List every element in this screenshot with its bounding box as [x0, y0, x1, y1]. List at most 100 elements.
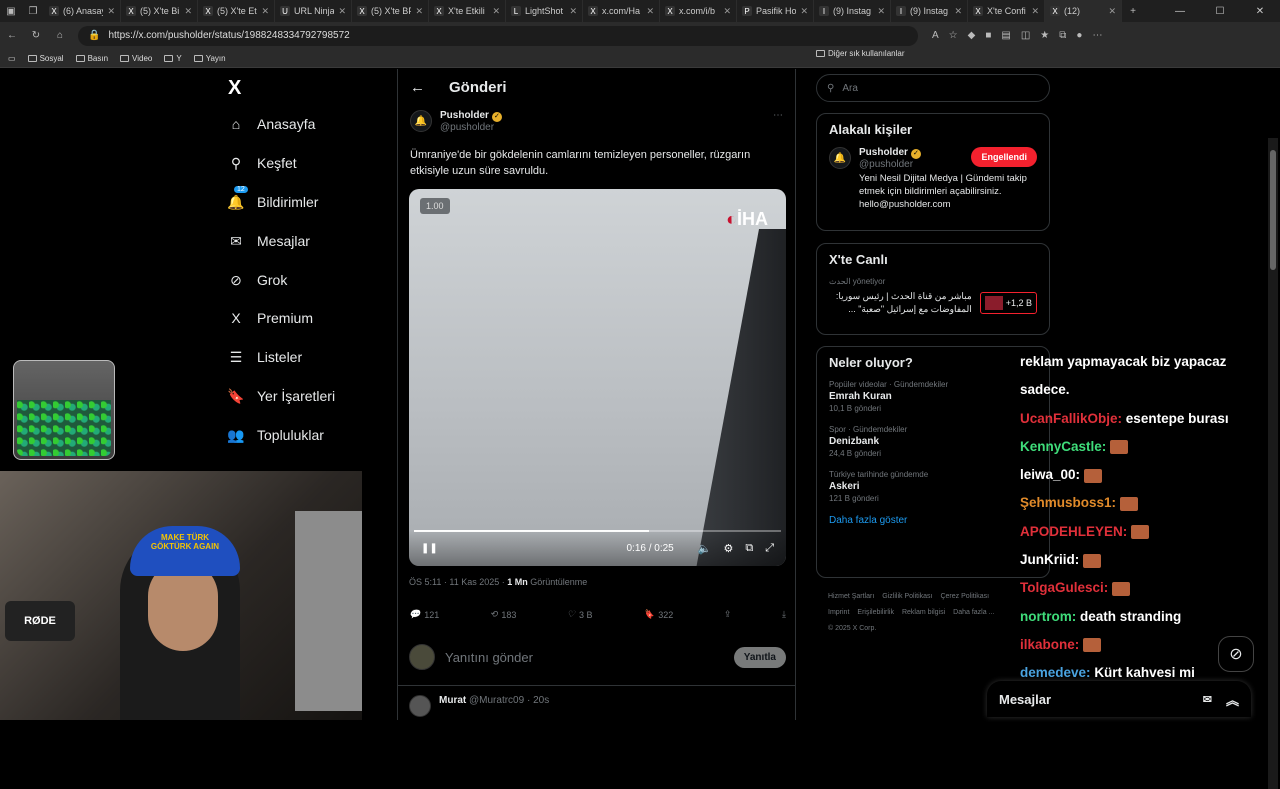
bookmark-import-icon[interactable]: ▭	[8, 54, 16, 63]
trend-item[interactable]: Türkiye tarihinde gündemde Askeri 121 B gö…	[829, 470, 1037, 503]
close-window-button[interactable]: ✕	[1240, 6, 1280, 17]
bookmark-folder[interactable]: Y	[164, 54, 182, 63]
trend-item[interactable]: Spor · Gündemdekiler Denizbank 24,4 B gönd…	[829, 425, 1037, 458]
reply-item[interactable]: Murat @Muratrc09 · 20s	[409, 695, 549, 717]
compose-message-icon[interactable]: ✉	[1203, 693, 1212, 706]
tab-close-icon[interactable]: ✕	[1108, 6, 1116, 17]
browser-tab[interactable]: X (6) Anasay ✕	[44, 0, 121, 22]
minimize-button[interactable]: —	[1160, 6, 1200, 17]
grok-floating-button[interactable]: ⊘	[1218, 636, 1254, 672]
footer-link[interactable]: Çerez Politikası	[940, 593, 989, 600]
related-handle[interactable]: @pusholder	[859, 159, 921, 170]
browser-tab[interactable]: X X'te Confi ✕	[968, 0, 1045, 22]
tab-close-icon[interactable]: ✕	[1031, 6, 1039, 17]
nav-item-topluluklar[interactable]: 👥 Topluluklar	[227, 427, 324, 444]
tab-close-icon[interactable]: ✕	[800, 6, 808, 17]
author-avatar[interactable]: 🔔	[410, 110, 432, 132]
footer-link[interactable]: Daha fazla ...	[953, 609, 994, 616]
more-options-icon[interactable]: ⋯	[773, 110, 783, 133]
browser-tab[interactable]: U URL Ninja ✕	[275, 0, 352, 22]
collections-icon[interactable]: ⧉	[1059, 30, 1066, 41]
footer-link[interactable]: Reklam bilgisi	[902, 609, 945, 616]
bookmark-folder[interactable]: Sosyal	[27, 54, 64, 63]
extension-icon[interactable]: ▤	[1001, 30, 1010, 41]
back-arrow-icon[interactable]: ←	[410, 79, 425, 96]
tab-close-icon[interactable]: ✕	[338, 6, 346, 17]
bookmark-folder[interactable]: Basın	[75, 54, 108, 63]
nav-item-keşfet[interactable]: ⚲ Keşfet	[228, 155, 297, 172]
menu-dots-icon[interactable]: ⋯	[1092, 30, 1102, 41]
tab-close-icon[interactable]: ✕	[415, 6, 423, 17]
tab-close-icon[interactable]: ✕	[877, 6, 885, 17]
reply-button[interactable]: 💬 121	[409, 609, 439, 620]
repost-button[interactable]: ⟲ 183	[490, 609, 517, 620]
refresh-button[interactable]: ↻	[24, 30, 48, 41]
home-button[interactable]: ⌂	[48, 30, 72, 41]
bookmark-button[interactable]: 🔖 322	[643, 609, 673, 620]
browser-tab[interactable]: X (5) X'te BP ✕	[352, 0, 429, 22]
back-button[interactable]: ←	[0, 30, 24, 41]
blocked-button[interactable]: Engellendi	[971, 147, 1037, 167]
browser-tab[interactable]: X (5) X'te Bi ✕	[121, 0, 198, 22]
like-button[interactable]: ♡ 3 B	[567, 609, 593, 620]
bookmark-folder[interactable]: Yayın	[193, 54, 226, 63]
tab-close-icon[interactable]: ✕	[723, 6, 731, 17]
search-input[interactable]: ⚲ Ara	[816, 74, 1050, 102]
nav-item-yer-i̇şaretleri[interactable]: 🔖 Yer İşaretleri	[227, 388, 335, 405]
expand-chevron-icon[interactable]: ︽	[1226, 690, 1239, 709]
live-source[interactable]: الحدث	[829, 277, 851, 286]
live-item[interactable]: مباشر من قناة الحدث | رئيس سوريا: المفاو…	[829, 290, 1037, 316]
video-player[interactable]: 1.00 ◐İHA ❚❚ 0:16 / 0:25 🔈 ⚙ ⧉ ⤢	[409, 189, 786, 566]
browser-tab[interactable]: X X'te Etkili ✕	[429, 0, 506, 22]
url-field[interactable]: 🔒 https://x.com/pusholder/status/1988248…	[78, 25, 918, 46]
nav-item-grok[interactable]: ⊘ Grok	[228, 272, 287, 289]
related-name[interactable]: Pusholder	[859, 147, 908, 158]
maximize-button[interactable]: ☐	[1200, 6, 1240, 17]
related-avatar[interactable]: 🔔	[829, 147, 851, 169]
author-handle[interactable]: @pusholder	[440, 122, 502, 133]
bookmark-folder[interactable]: Video	[120, 54, 152, 63]
new-tab-button[interactable]: +	[1122, 0, 1144, 22]
nav-item-anasayfa[interactable]: ⌂ Anasayfa	[228, 116, 316, 132]
browser-tab[interactable]: X (5) X'te Et ✕	[198, 0, 275, 22]
reply-input[interactable]: Yanıtını gönder	[445, 650, 533, 665]
reply-submit-button[interactable]: Yanıtla	[733, 646, 786, 668]
download-icon[interactable]: ⤓	[782, 609, 786, 620]
profile-avatar[interactable]: ●	[1076, 30, 1082, 41]
browser-tab[interactable]: P Pasifik Ho ✕	[737, 0, 814, 22]
volume-icon[interactable]: 🔈	[698, 542, 712, 555]
nav-item-premium[interactable]: X Premium	[228, 310, 313, 326]
pip-icon[interactable]: ⧉	[745, 542, 753, 555]
browser-tab[interactable]: Xx.com/Ha ✕	[583, 0, 660, 22]
show-more-link[interactable]: Daha fazla göster	[829, 515, 1037, 526]
fullscreen-icon[interactable]: ⤢	[765, 542, 774, 555]
footer-link[interactable]: © 2025 X Corp.	[828, 625, 876, 632]
extension-icon[interactable]: ◆	[968, 30, 976, 41]
browser-tab[interactable]: I (9) Instag ✕	[814, 0, 891, 22]
trend-item[interactable]: Popüler videolar · Gündemdekiler Emrah Ku…	[829, 380, 1037, 413]
pause-icon[interactable]: ❚❚	[421, 543, 438, 554]
footer-link[interactable]: Gizlilik Politikası	[882, 593, 932, 600]
tab-close-icon[interactable]: ✕	[107, 6, 115, 17]
bookmark-other-favorites[interactable]: Diğer sık kullanılanlar	[816, 49, 1050, 58]
footer-link[interactable]: Erişilebilirlik	[857, 609, 894, 616]
browser-tab[interactable]: X (12) ✕	[1045, 0, 1122, 22]
tab-close-icon[interactable]: ✕	[492, 6, 500, 17]
browser-tab[interactable]: Xx.com/i/b ✕	[660, 0, 737, 22]
favorites-icon[interactable]: ★	[1040, 30, 1049, 41]
browser-tab[interactable]: I (9) Instag ✕	[891, 0, 968, 22]
tab-close-icon[interactable]: ✕	[184, 6, 192, 17]
nav-item-bildirimler[interactable]: 🔔 12 Bildirimler	[227, 186, 318, 210]
tab-close-icon[interactable]: ✕	[954, 6, 962, 17]
tab-actions-icon[interactable]: ❐	[22, 0, 44, 22]
extension-icon[interactable]: ■	[985, 30, 991, 41]
x-logo[interactable]: X	[228, 77, 241, 100]
read-aloud-icon[interactable]: A	[932, 30, 939, 41]
tab-close-icon[interactable]: ✕	[646, 6, 654, 17]
playback-rate[interactable]: 1.00	[420, 198, 450, 214]
nav-item-mesajlar[interactable]: ✉ Mesajlar	[228, 233, 310, 250]
favorite-star-icon[interactable]: ☆	[949, 30, 958, 41]
share-icon[interactable]: ⇪	[724, 609, 732, 620]
footer-link[interactable]: Hizmet Şartları	[828, 593, 874, 600]
workspaces-icon[interactable]: ▣	[0, 0, 22, 22]
